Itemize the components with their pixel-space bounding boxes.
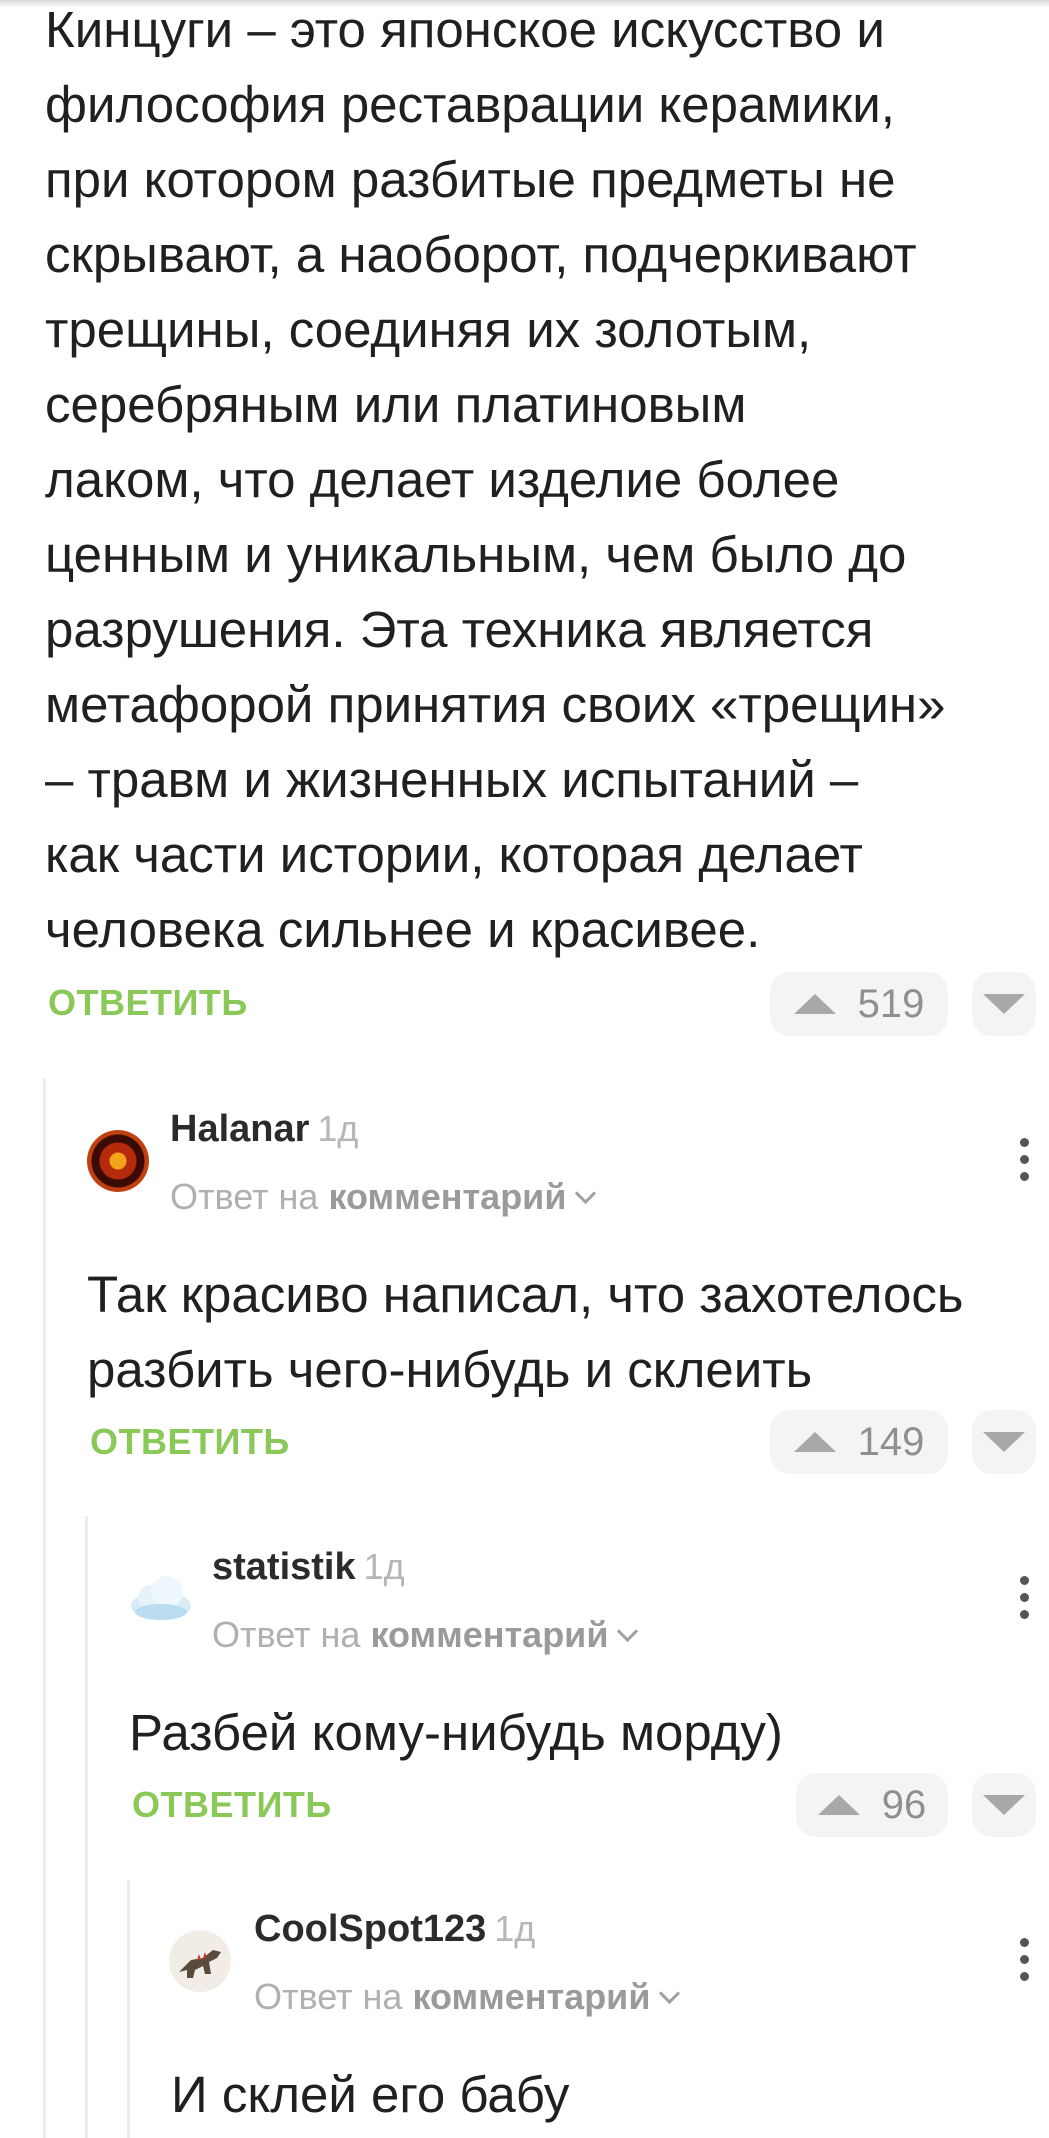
downvote-button[interactable] bbox=[972, 1773, 1036, 1837]
reply-to-prefix: Ответ на bbox=[170, 1176, 319, 1217]
vote-up-icon bbox=[793, 994, 836, 1014]
reply-to-link[interactable]: комментарий bbox=[328, 1176, 566, 1217]
username[interactable]: statistik 1д bbox=[212, 1546, 405, 1589]
comment-text-line: – травм и жизненных испытаний – bbox=[45, 751, 859, 808]
rating-count: 96 bbox=[881, 1782, 927, 1827]
avatar[interactable] bbox=[87, 1130, 149, 1192]
comment-time: 1д bbox=[317, 1108, 359, 1149]
upvote-button[interactable]: 519 bbox=[770, 972, 948, 1036]
comment-text-line: Кинцуги – это японское искусство и bbox=[45, 1, 885, 58]
reply-to-line: Ответ на комментарий bbox=[170, 1176, 597, 1218]
kebab-menu-icon[interactable] bbox=[1019, 1138, 1029, 1181]
vote-down-icon bbox=[983, 994, 1025, 1014]
username[interactable]: CoolSpot123 1д bbox=[254, 1908, 535, 1951]
comment-text-line: человека сильнее и красивее. bbox=[45, 901, 761, 958]
avatar[interactable] bbox=[127, 1570, 195, 1626]
chevron-down-icon[interactable] bbox=[617, 1620, 639, 1643]
kebab-menu-icon[interactable] bbox=[1019, 1576, 1029, 1619]
comment-text-line: ценным и уникальным, чем было до bbox=[45, 526, 907, 583]
reply-button[interactable]: ОТВЕТИТЬ bbox=[90, 1421, 290, 1463]
reply-to-prefix: Ответ на bbox=[254, 1976, 403, 2017]
reply-to-line: Ответ на комментарий bbox=[254, 1976, 681, 2018]
comment-text-line: И склей его бабу bbox=[171, 2066, 570, 2123]
comment-text-line: при котором разбитые предметы не bbox=[45, 151, 896, 208]
reply-to-prefix: Ответ на bbox=[212, 1614, 361, 1655]
comment-time: 1д bbox=[494, 1908, 536, 1949]
comment-time: 1д bbox=[363, 1546, 405, 1587]
rating-count: 149 bbox=[857, 1419, 925, 1464]
chevron-down-icon[interactable] bbox=[575, 1182, 597, 1205]
comment-text-line: серебряным или платиновым bbox=[45, 376, 747, 433]
reply-to-link[interactable]: комментарий bbox=[370, 1614, 608, 1655]
comment-text-line: философия реставрации керамики, bbox=[45, 76, 895, 133]
thread-line-level-3[interactable] bbox=[127, 1880, 130, 2138]
comment-text-line: лаком, что делает изделие более bbox=[45, 451, 840, 508]
upvote-button[interactable]: 96 bbox=[796, 1773, 948, 1837]
comment-text-line: трещины, соединяя их золотым, bbox=[45, 301, 812, 358]
chevron-down-icon[interactable] bbox=[659, 1982, 681, 2005]
username[interactable]: Halanar 1д bbox=[170, 1108, 358, 1151]
downvote-button[interactable] bbox=[972, 972, 1036, 1036]
comment-text-line: Разбей кому-нибудь морду) bbox=[129, 1704, 783, 1761]
vote-down-icon bbox=[983, 1795, 1025, 1815]
reply-to-link[interactable]: комментарий bbox=[412, 1976, 650, 2017]
reply-to-line: Ответ на комментарий bbox=[212, 1614, 639, 1656]
comment-text-line: скрывают, а наоборот, подчеркивают bbox=[45, 226, 917, 283]
comment-text-line: Так красиво написал, что захотелось bbox=[87, 1266, 964, 1323]
vote-up-icon bbox=[817, 1795, 860, 1815]
downvote-button[interactable] bbox=[972, 1410, 1036, 1474]
comment-text-line: метафорой принятия своих «трещин» bbox=[45, 676, 946, 733]
cloud-icon bbox=[131, 1576, 191, 1620]
username-text[interactable]: CoolSpot123 bbox=[254, 1908, 486, 1950]
thread-line-level-1[interactable] bbox=[43, 1078, 46, 2138]
rating-count: 519 bbox=[857, 981, 925, 1026]
comment-text-line: как части истории, которая делает bbox=[45, 826, 863, 883]
avatar[interactable] bbox=[169, 1930, 231, 1992]
comment-text-line: разрушения. Эта техника является bbox=[45, 601, 874, 658]
kebab-menu-icon[interactable] bbox=[1019, 1938, 1029, 1981]
vote-up-icon bbox=[793, 1432, 836, 1452]
thread-line-level-2[interactable] bbox=[85, 1516, 88, 2138]
username-text[interactable]: statistik bbox=[212, 1546, 356, 1588]
reply-button[interactable]: ОТВЕТИТЬ bbox=[132, 1784, 332, 1826]
dinosaur-icon bbox=[179, 1950, 221, 1978]
reply-button[interactable]: ОТВЕТИТЬ bbox=[48, 982, 248, 1024]
vote-down-icon bbox=[983, 1432, 1025, 1452]
username-text[interactable]: Halanar bbox=[170, 1108, 309, 1150]
comment-text-line: разбить чего-нибудь и склеить bbox=[87, 1341, 813, 1398]
upvote-button[interactable]: 149 bbox=[770, 1410, 948, 1474]
